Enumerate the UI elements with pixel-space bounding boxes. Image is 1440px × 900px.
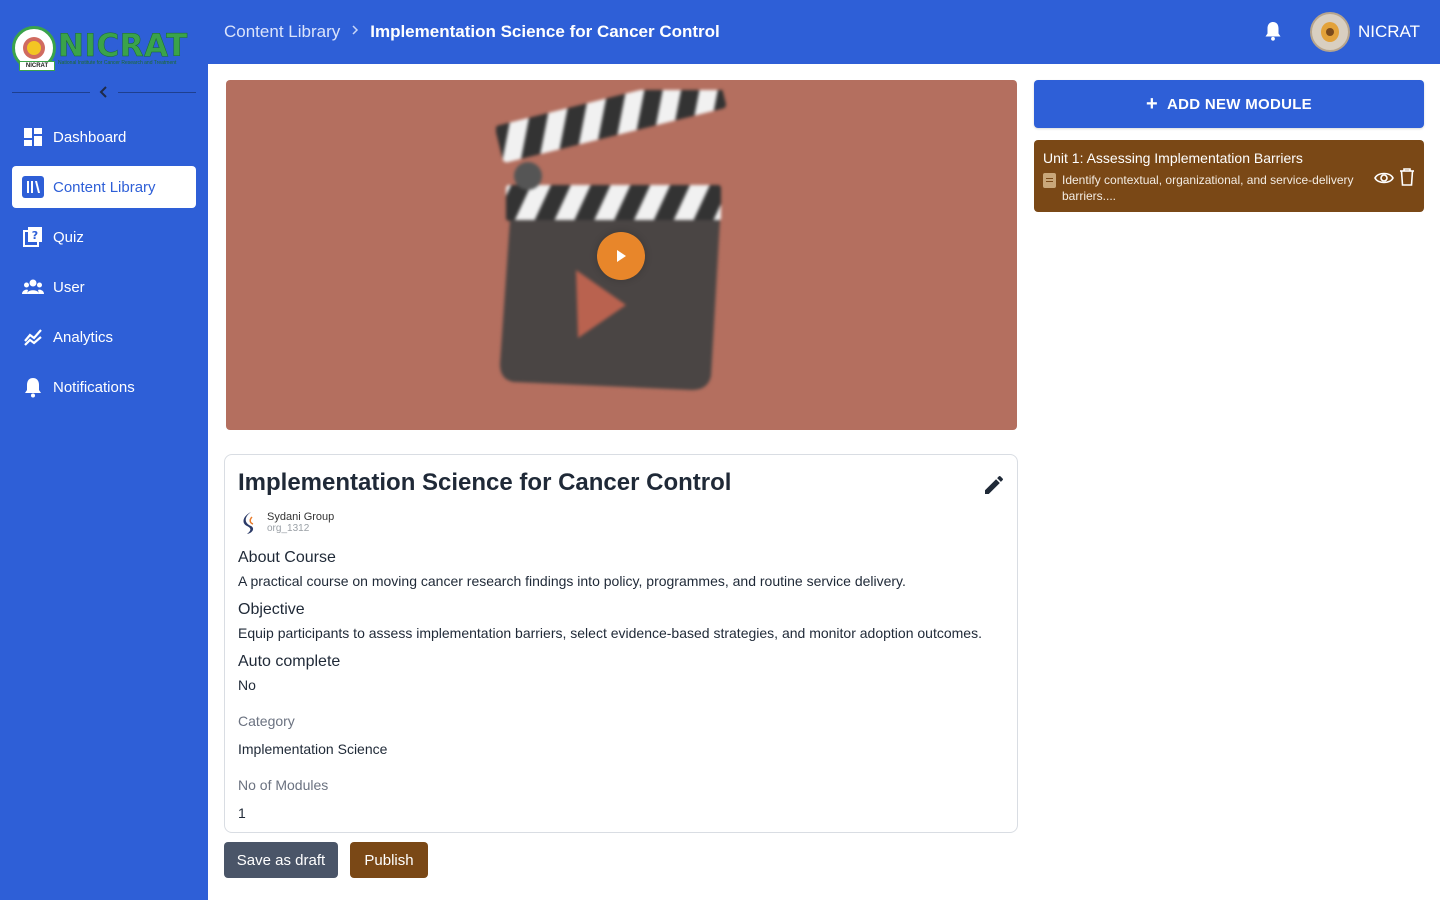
divider	[118, 91, 196, 93]
sidebar-item-label: User	[53, 278, 85, 296]
module-title: Unit 1: Assessing Implementation Barrier…	[1043, 150, 1303, 166]
sidebar-item-dashboard[interactable]: Dashboard	[12, 116, 196, 158]
sidebar-item-notifications[interactable]: Notifications	[12, 366, 196, 408]
course-video-thumbnail[interactable]	[226, 80, 1017, 430]
objective-text: Equip participants to assess implementat…	[238, 625, 982, 641]
notification-bell-icon[interactable]	[1262, 20, 1284, 42]
breadcrumb-current: Implementation Science for Cancer Contro…	[370, 22, 720, 41]
objective-heading: Objective	[238, 601, 305, 618]
sydani-logo-icon	[243, 512, 254, 534]
username[interactable]: NICRAT	[1358, 0, 1420, 64]
org-name: Sydani Group	[267, 511, 335, 523]
svg-text:?: ?	[32, 229, 38, 242]
modules-count-label: No of Modules	[238, 777, 329, 793]
sidebar-collapse-button[interactable]	[90, 82, 118, 102]
org-id: org_1312	[267, 523, 310, 534]
logo-wordmark: NICRAT	[58, 28, 188, 64]
course-details-card: Implementation Science for Cancer Contro…	[224, 454, 1018, 833]
logo-text-group: NICRAT National Institute for Cancer Res…	[58, 30, 188, 66]
plus-icon: +	[1145, 93, 1158, 115]
sidebar-item-label: Quiz	[53, 228, 84, 246]
avatar[interactable]	[1310, 12, 1350, 52]
module-description-row: Identify contextual, organizational, and…	[1043, 172, 1363, 204]
dashboard-icon	[22, 126, 44, 148]
save-draft-button[interactable]: Save as draft	[224, 842, 338, 878]
sidebar-item-content-library[interactable]: Content Library	[12, 166, 196, 208]
organization-info: Sydani Group org_1312	[240, 511, 334, 535]
modules-count-value: 1	[238, 805, 246, 821]
sidebar-item-label: Notifications	[53, 378, 135, 396]
sidebar-item-user[interactable]: User	[12, 266, 196, 308]
nicrat-seal-icon: NICRAT	[12, 26, 56, 71]
play-button[interactable]	[597, 232, 645, 280]
delete-module-button[interactable]	[1398, 167, 1416, 187]
sidebar-collapse-row	[12, 82, 196, 102]
sidebar-item-analytics[interactable]: Analytics	[12, 316, 196, 358]
library-icon	[22, 176, 44, 198]
view-module-button[interactable]	[1374, 168, 1394, 188]
category-value: Implementation Science	[238, 741, 388, 757]
sidebar-item-label: Content Library	[53, 178, 156, 196]
play-icon	[617, 250, 626, 262]
sidebar-item-label: Dashboard	[53, 128, 127, 146]
module-card[interactable]: Unit 1: Assessing Implementation Barrier…	[1034, 140, 1424, 212]
nicrat-logo[interactable]: NICRAT NICRAT National Institute for Can…	[12, 24, 198, 72]
bell-icon	[22, 376, 44, 398]
category-label: Category	[238, 713, 295, 729]
breadcrumb-content-library[interactable]: Content Library	[224, 22, 340, 42]
sidebar-item-quiz[interactable]: ? Quiz	[12, 216, 196, 258]
logo-subtitle: National Institute for Cancer Research a…	[58, 60, 177, 66]
about-heading: About Course	[238, 549, 336, 566]
users-icon	[22, 276, 44, 298]
add-module-label: ADD NEW MODULE	[1166, 95, 1312, 113]
trash-icon	[1400, 168, 1414, 186]
pencil-icon	[985, 475, 1004, 494]
eye-icon	[1374, 172, 1394, 184]
analytics-icon	[22, 326, 44, 348]
module-description: Identify contextual, organizational, and…	[1062, 173, 1354, 203]
quiz-icon: ?	[22, 226, 44, 248]
document-icon	[1043, 173, 1056, 188]
top-header: Content Library Implementation Science f…	[208, 0, 1440, 64]
sidebar-item-label: Analytics	[53, 328, 114, 346]
sidebar-nav: Dashboard Content Library ? Quiz User An…	[12, 116, 196, 416]
sidebar: NICRAT NICRAT National Institute for Can…	[0, 0, 208, 900]
chevron-right-icon	[350, 23, 360, 41]
breadcrumb: Content Library Implementation Science f…	[224, 0, 720, 64]
edit-course-button[interactable]	[982, 473, 1006, 497]
course-title: Implementation Science for Cancer Contro…	[238, 469, 732, 496]
about-text: A practical course on moving cancer rese…	[238, 573, 906, 589]
chevron-left-icon	[99, 86, 107, 98]
publish-button[interactable]: Publish	[350, 842, 428, 878]
add-new-module-button[interactable]: + ADD NEW MODULE	[1034, 80, 1424, 128]
seal-tag: NICRAT	[19, 61, 55, 71]
autocomplete-heading: Auto complete	[238, 653, 341, 670]
divider	[12, 91, 90, 93]
autocomplete-value: No	[238, 677, 256, 693]
